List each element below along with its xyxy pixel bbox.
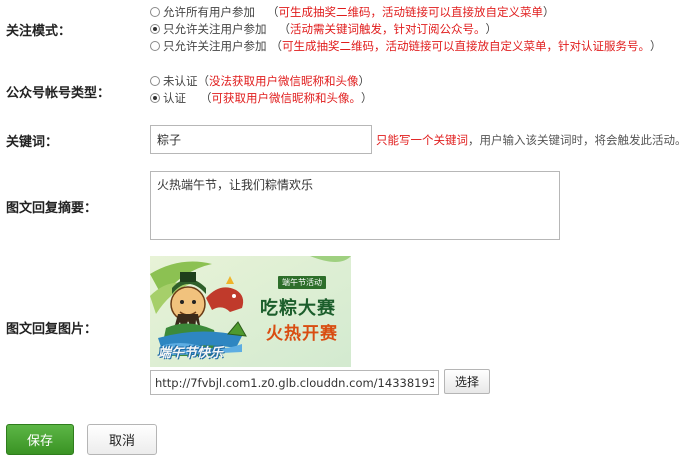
option-note: 可生成抽奖二维码，活动链接可以直接放自定义菜单 [278,4,544,19]
option-note: 没法获取用户微信昵称和头像 [209,73,359,88]
note-paren-open: （ [267,4,279,19]
note-paren-open: （ [200,90,212,105]
note-paren-close: ） [543,4,555,19]
keyword-input[interactable] [150,125,372,154]
image-label: 图文回复图片： [6,322,98,337]
radio-button-checked[interactable] [150,23,160,34]
reply-image-preview: 端午节活动 吃粽大赛 火热开赛 端午节快乐 [150,256,351,367]
cancel-button[interactable]: 取消 [87,424,157,455]
radio-button-checked[interactable] [150,92,160,103]
keyword-label: 关键词： [6,135,59,150]
summary-label: 图文回复摘要： [6,201,98,216]
follow-mode-option-followers[interactable]: 只允许关注用户参加 （活动需关键词触发，针对订阅公众号。 ） [150,20,662,37]
promo-subtitle: 火热开赛 [266,324,338,344]
note-paren-close: ） [485,21,498,36]
follow-mode-option-service[interactable]: 只允许关注用户参加 （可生成抽奖二维码，活动链接可以直接放自定义菜单，针对认证服… [150,37,662,54]
option-text: 只允许关注用户参加 [163,38,267,53]
keyword-hint: 只能写一个关键词，用户输入该关键词时，将会触发此活动。 [376,132,687,148]
promo-tag: 端午节活动 [278,276,326,289]
save-button[interactable]: 保存 [6,424,74,455]
account-type-option-verified[interactable]: 认证 （可获取用户微信昵称和头像。） [150,89,373,106]
note-paren-close: ） [358,73,371,88]
radio-button[interactable] [150,40,160,51]
option-text: 认证 [163,90,186,105]
promo-logo-text: 端午节快乐 [158,346,224,361]
option-note: 可获取用户微信昵称和头像。 [211,90,362,105]
radio-button[interactable] [150,6,160,17]
promo-title: 吃粽大赛 [260,298,336,319]
note-paren-open: （ [278,21,291,36]
select-image-button[interactable]: 选择 [444,369,490,394]
option-note: 活动需关键词触发，针对订阅公众号。 [290,21,486,36]
note-paren-close: ） [361,90,373,105]
option-text: 只允许关注用户参加 [163,21,267,36]
follow-mode-options: 允许所有用户参加 （可生成抽奖二维码，活动链接可以直接放自定义菜单） 只允许关注… [150,3,662,54]
follow-mode-option-all[interactable]: 允许所有用户参加 （可生成抽奖二维码，活动链接可以直接放自定义菜单） [150,3,662,20]
option-note: 可生成抽奖二维码，活动链接可以直接放自定义菜单，针对认证服务号。 [282,38,650,53]
note-paren-open: （ [270,38,283,53]
option-text: 允许所有用户参加 [163,4,255,19]
note-paren-close: ） [650,38,662,53]
follow-mode-label: 关注模式： [6,24,72,39]
note-paren-open: （ [197,73,210,88]
account-type-options: 未认证 （没法获取用户微信昵称和头像） 认证 （可获取用户微信昵称和头像。） [150,72,373,106]
image-url-input[interactable] [150,370,439,395]
account-type-option-unverified[interactable]: 未认证 （没法获取用户微信昵称和头像） [150,72,373,89]
radio-button[interactable] [150,75,160,86]
keyword-hint-text: ，用户输入该关键词时，将会触发此活动。 [468,133,687,147]
keyword-hint-emphasis: 只能写一个关键词 [376,133,468,147]
summary-textarea[interactable]: 火热端午节，让我们粽情欢乐 [150,171,560,240]
account-type-label: 公众号帐号类型： [6,86,111,101]
option-text: 未认证 [163,73,198,88]
